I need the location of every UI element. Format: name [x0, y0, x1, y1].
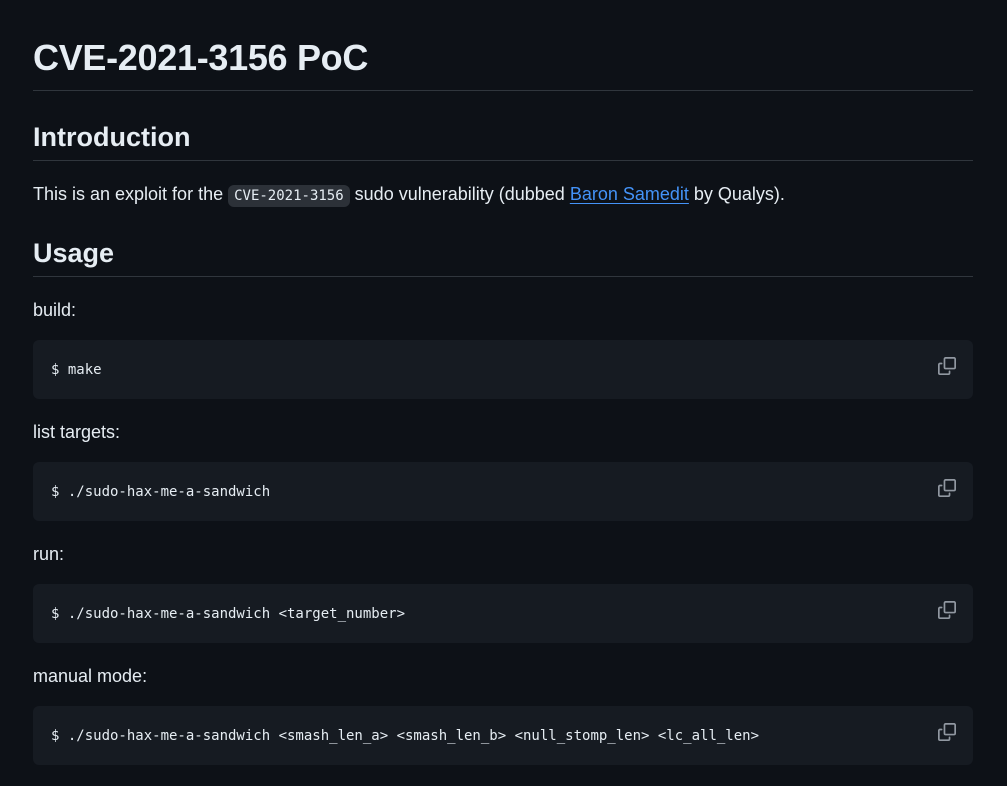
list-targets-code-block: $ ./sudo-hax-me-a-sandwich	[33, 462, 973, 521]
run-label: run:	[33, 544, 65, 564]
usage-divider	[33, 276, 973, 277]
run-command[interactable]: $ ./sudo-hax-me-a-sandwich <target_numbe…	[51, 604, 405, 624]
build-label: build:	[33, 300, 77, 320]
baron-samedit-link[interactable]: Baron Samedit	[570, 184, 689, 204]
build-code-block: $ make	[33, 340, 973, 399]
introduction-paragraph: This is an exploit for the CVE-2021-3156…	[33, 181, 785, 209]
copy-button[interactable]	[935, 720, 959, 744]
usage-heading: Usage	[33, 238, 115, 268]
intro-text-middle: sudo vulnerability (dubbed	[349, 184, 570, 204]
manual-mode-code-block: $ ./sudo-hax-me-a-sandwich <smash_len_a>…	[33, 706, 973, 765]
cve-inline-code: CVE-2021-3156	[228, 185, 350, 207]
list-targets-command[interactable]: $ ./sudo-hax-me-a-sandwich	[51, 482, 270, 502]
page-title: CVE-2021-3156 PoC	[33, 37, 369, 78]
manual-mode-command[interactable]: $ ./sudo-hax-me-a-sandwich <smash_len_a>…	[51, 726, 759, 746]
copy-icon	[938, 479, 956, 497]
title-divider	[33, 90, 973, 91]
copy-button[interactable]	[935, 476, 959, 500]
manual-mode-label: manual mode:	[33, 666, 148, 686]
copy-icon	[938, 723, 956, 741]
intro-text-before: This is an exploit for the	[33, 184, 229, 204]
run-code-block: $ ./sudo-hax-me-a-sandwich <target_numbe…	[33, 584, 973, 643]
copy-button[interactable]	[935, 598, 959, 622]
copy-button[interactable]	[935, 354, 959, 378]
introduction-divider	[33, 160, 973, 161]
copy-icon	[938, 357, 956, 375]
build-command[interactable]: $ make	[51, 360, 102, 380]
introduction-heading: Introduction	[33, 122, 191, 152]
copy-icon	[938, 601, 956, 619]
list-targets-label: list targets:	[33, 422, 121, 442]
intro-text-after: by Qualys).	[688, 184, 785, 204]
